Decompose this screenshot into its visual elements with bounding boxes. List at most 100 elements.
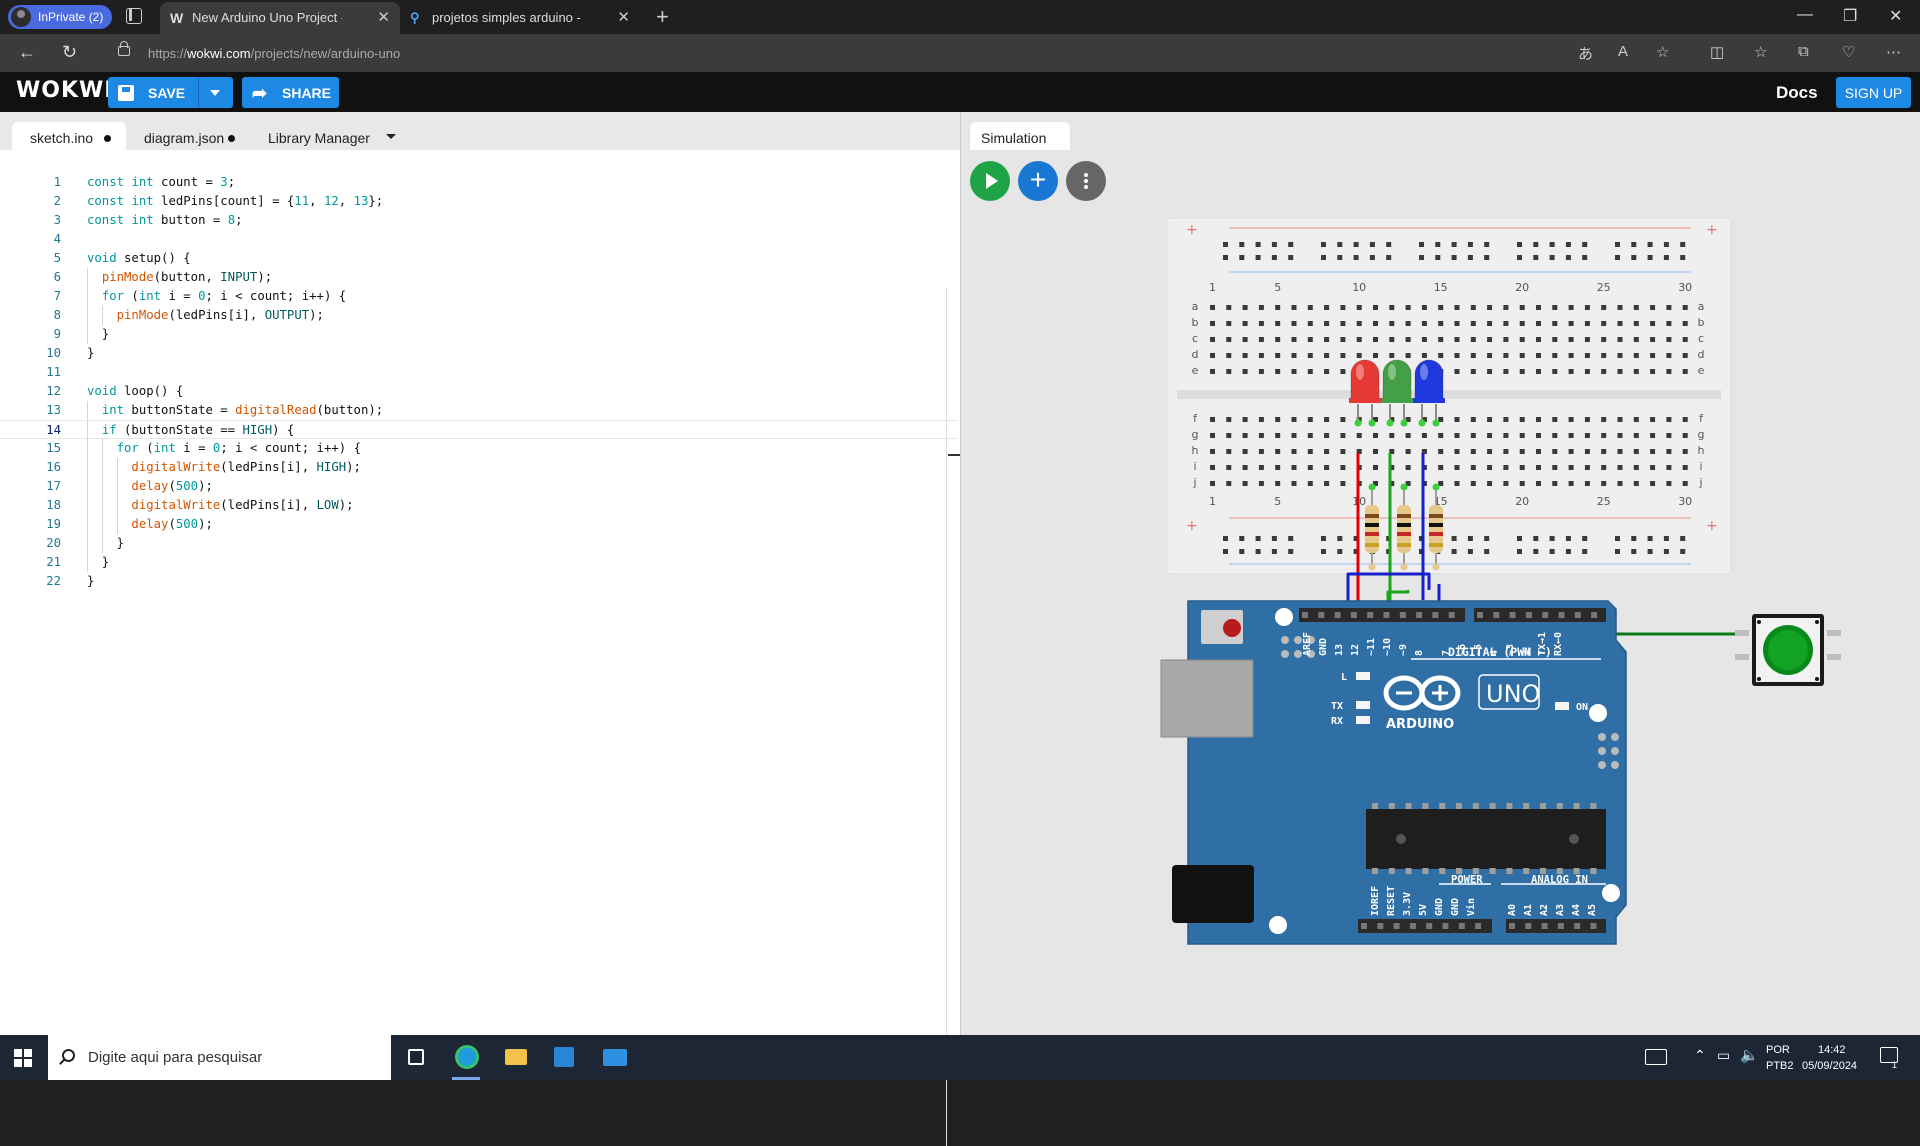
code-text: int buttonState = digitalRead(button); [101, 403, 384, 417]
url-field[interactable]: https://wokwi.com/projects/new/arduino-u… [110, 38, 1570, 68]
task-view-icon[interactable] [392, 1035, 440, 1080]
pushbutton[interactable] [1735, 614, 1841, 686]
code-line[interactable]: 19 delay(500); [0, 515, 958, 534]
clock-date[interactable]: 05/09/2024 [1802, 1060, 1857, 1072]
code-area[interactable]: 1 const int count = 3; 2 const int ledPins[… [0, 173, 958, 591]
new-tab-icon[interactable]: + [656, 4, 669, 30]
column-number: 5 [1274, 281, 1281, 294]
clock-time[interactable]: 14:42 [1818, 1044, 1846, 1056]
tab-library-manager[interactable]: Library Manager [256, 122, 396, 150]
favorite-star-icon[interactable]: ☆ [1656, 43, 1669, 61]
code-text: const int count = 3; [87, 175, 236, 189]
read-aloud-icon[interactable]: A [1618, 43, 1628, 60]
code-line[interactable]: 18 digitalWrite(ledPins[i], LOW); [0, 496, 958, 515]
code-text: delay(500); [131, 517, 213, 531]
tabs-menu-chevron-icon[interactable] [386, 134, 396, 139]
code-line[interactable]: 5 void setup() { [0, 249, 958, 268]
code-line[interactable]: 4 [0, 230, 958, 249]
code-line[interactable]: 7 for (int i = 0; i < count; i++) { [0, 287, 958, 306]
tab-sketch-ino[interactable]: sketch.ino [12, 122, 126, 150]
digital-pin-label: ~11 [1366, 638, 1377, 656]
close-tab-icon[interactable]: ✕ [617, 8, 630, 26]
line-number: 15 [46, 441, 61, 455]
back-icon[interactable]: ← [18, 42, 36, 63]
network-icon[interactable]: ▭ [1717, 1047, 1730, 1064]
code-line[interactable]: 16 digitalWrite(ledPins[i], HIGH); [0, 458, 958, 477]
unsaved-dot-icon [104, 135, 111, 142]
breadboard[interactable]: + + + + 115510101515202025253030a ab bc cd d… [1166, 217, 1732, 575]
taskbar-search-box[interactable]: Digite aqui para pesquisar [48, 1035, 391, 1080]
translate-icon[interactable]: あ [1578, 43, 1593, 64]
code-text: } [87, 574, 95, 588]
row-letter: h [1192, 444, 1199, 457]
browser-tab-strip: InPrivate (2) W New Arduino Uno Project … [0, 0, 1920, 34]
mail-icon[interactable] [590, 1035, 638, 1080]
language-top[interactable]: POR [1766, 1044, 1790, 1056]
code-line[interactable]: 1 const int count = 3; [0, 173, 958, 192]
browser-tab-wokwi[interactable]: W New Arduino Uno Project - Wokwi ✕ [160, 2, 400, 34]
code-line[interactable]: 15 for (int i = 0; i < count; i++) { [0, 439, 958, 458]
editor-scrollbar[interactable] [946, 288, 958, 1146]
windows-start-icon[interactable] [14, 1049, 32, 1067]
wokwi-logo[interactable]: WOKWI [16, 78, 113, 103]
browser-tab-search[interactable]: ⚲ projetos simples arduino - Pesquisar ✕ [400, 2, 640, 34]
language-bottom[interactable]: PTB2 [1766, 1060, 1794, 1072]
browser-essentials-icon[interactable]: ♡ [1842, 43, 1855, 61]
code-line[interactable]: 11 [0, 363, 958, 382]
code-editor-pane: sketch.ino diagram.json Library Manager … [0, 112, 960, 1146]
restore-icon[interactable]: ❐ [1843, 6, 1857, 26]
favorites-icon[interactable]: ☆ [1754, 43, 1767, 61]
code-line[interactable]: 9 } [0, 325, 958, 344]
code-line[interactable]: 8 pinMode(ledPins[i], OUTPUT); [0, 306, 958, 325]
arduino-uno-board[interactable]: AREF GND 13 12 ~11 ~10 ~9 8 7 ~6 ~5 4 ~3 2 TX→1 RX←0 DI… [1160, 600, 1627, 945]
code-line[interactable]: 20 } [0, 534, 958, 553]
settings-more-icon[interactable]: ⋯ [1886, 43, 1901, 61]
circuit-canvas[interactable]: + + + + 115510101515202025253030a ab bc cd d… [961, 112, 1920, 1035]
refresh-icon[interactable]: ↻ [62, 42, 77, 63]
code-line[interactable]: 2 const int ledPins[count] = {11, 12, 13}… [0, 192, 958, 211]
split-screen-icon[interactable]: ◫ [1710, 43, 1724, 61]
inprivate-profile-button[interactable]: InPrivate (2) [8, 5, 112, 29]
edge-taskbar-icon[interactable] [442, 1035, 490, 1080]
line-number: 9 [53, 327, 61, 341]
line-number: 11 [46, 365, 61, 379]
code-text: for (int i = 0; i < count; i++) { [101, 289, 347, 303]
chevron-down-icon[interactable] [210, 90, 220, 96]
power-pin-label: GND [1434, 898, 1445, 916]
workspaces-icon[interactable] [126, 8, 142, 24]
plus-rail-icon: + [1186, 222, 1198, 238]
keyboard-icon[interactable] [1645, 1049, 1667, 1065]
power-pin-label: IOREF [1370, 886, 1381, 916]
volume-icon[interactable]: 🔈 [1740, 1046, 1759, 1064]
column-number: 25 [1597, 495, 1611, 508]
share-button[interactable]: ➦ SHARE [242, 77, 339, 108]
editor-tabs: sketch.ino diagram.json Library Manager [0, 112, 960, 150]
code-line[interactable]: 10} [0, 344, 958, 363]
code-line[interactable]: 12 void loop() { [0, 382, 958, 401]
store-icon[interactable] [540, 1035, 588, 1080]
tab-diagram-json[interactable]: diagram.json [130, 122, 244, 150]
row-letter: i [1193, 460, 1196, 473]
column-number: 1 [1209, 495, 1216, 508]
save-icon [118, 85, 134, 101]
code-line[interactable]: 13 int buttonState = digitalRead(button)… [0, 401, 958, 420]
code-line[interactable]: 6 pinMode(button, INPUT); [0, 268, 958, 287]
power-pin-label: 3.3V [1402, 892, 1413, 916]
signup-button[interactable]: SIGN UP [1836, 77, 1911, 108]
led-l [1356, 672, 1370, 680]
save-button[interactable]: SAVE [108, 77, 233, 108]
close-window-icon[interactable]: ✕ [1889, 6, 1902, 26]
code-line[interactable]: 3 const int button = 8; [0, 211, 958, 230]
docs-link[interactable]: Docs [1776, 83, 1818, 103]
minimize-icon[interactable]: — [1797, 6, 1813, 24]
power-pin-label: GND [1450, 898, 1461, 916]
code-line[interactable]: 17 delay(500); [0, 477, 958, 496]
close-tab-icon[interactable]: ✕ [377, 8, 390, 26]
code-line[interactable]: 14 if (buttonState == HIGH) { [0, 420, 958, 440]
code-line[interactable]: 21 } [0, 553, 958, 572]
code-line[interactable]: 22} [0, 572, 958, 591]
row-letter: c [1698, 332, 1704, 345]
chevron-up-icon[interactable]: ⌃ [1694, 1047, 1706, 1064]
collections-icon[interactable]: ⧉ [1798, 43, 1809, 60]
file-explorer-icon[interactable] [492, 1035, 540, 1080]
